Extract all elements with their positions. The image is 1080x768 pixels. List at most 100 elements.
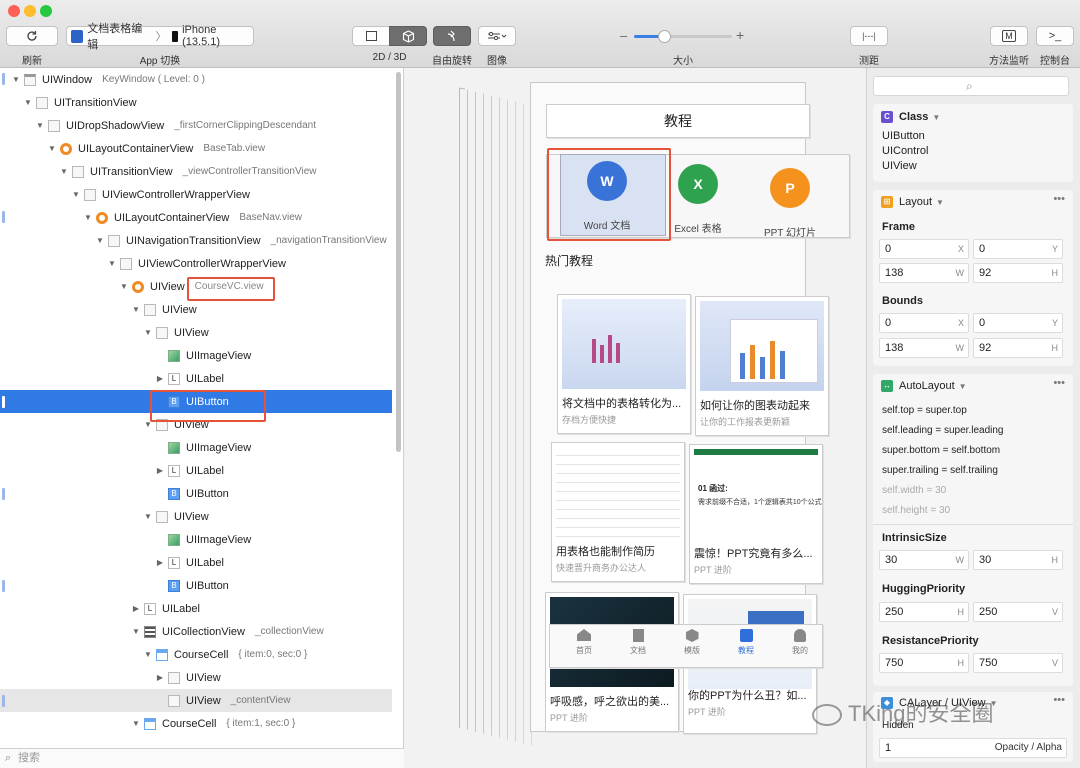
tree-row[interactable]: ▶ L UILabel [0,551,392,574]
disclosure-triangle-icon[interactable]: ▼ [46,144,58,153]
hugging-h-field[interactable]: 250 H [879,602,969,622]
tree-row[interactable]: ▼ UIDropShadowView _firstCornerClippingDes… [0,114,392,137]
tree-row[interactable]: UIImageView [0,528,392,551]
tree-row[interactable]: ▼ UIView [0,505,392,528]
resistance-h-field[interactable]: 750 H [879,653,969,673]
tree-row[interactable]: ▼ UIWindow KeyWindow ( Level: 0 ) [0,68,392,91]
disclosure-triangle-icon[interactable]: ▶ [154,673,166,682]
zoom-window-button[interactable] [40,5,52,17]
frame-width-field[interactable]: 138 W [879,263,969,283]
frame-x-field[interactable]: 0X [879,239,969,259]
zoom-in-icon[interactable]: + [736,27,744,43]
tree-row[interactable]: ▼ UIView [0,321,392,344]
disclosure-triangle-icon[interactable]: ▼ [142,328,154,337]
tree-row[interactable]: UIImageView [0,436,392,459]
tree-row[interactable]: ▼ UIViewControllerWrapperView [0,252,392,275]
disclosure-triangle-icon[interactable]: ▼ [34,121,46,130]
disclosure-triangle-icon[interactable]: ▼ [82,213,94,222]
tree-row[interactable]: ▼ UILayoutContainerView BaseNav.view [0,206,392,229]
tab-tutorials[interactable]: 教程 [728,629,764,656]
intrinsic-width-field[interactable]: 30 W [879,550,969,570]
tab-me[interactable]: 我的 [782,629,818,656]
zoom-out-icon[interactable]: – [620,28,627,43]
close-window-button[interactable] [8,5,20,17]
method-monitor-button[interactable]: M [990,26,1028,46]
ppt-button[interactable]: P PPT 幻灯片 [758,164,848,240]
tree-row[interactable]: ▶ L UILabel [0,367,392,390]
measure-button[interactable]: |---| [850,26,888,46]
course-card[interactable]: 用表格也能制作简历 快速晋升商务办公达人 [551,442,685,582]
layout-header[interactable]: ⊞ Layout ▼ [881,196,944,209]
size-slider-thumb[interactable] [658,30,671,43]
disclosure-triangle-icon[interactable]: ▶ [154,466,166,475]
disclosure-triangle-icon[interactable]: ▼ [58,167,70,176]
tab-templates[interactable]: 模版 [674,629,710,656]
disclosure-triangle-icon[interactable]: ▼ [118,282,130,291]
bounds-x-field[interactable]: 0X [879,313,969,333]
inspector-search-input[interactable]: ⌕ [873,76,1069,96]
tree-row[interactable]: ▼ UIViewControllerWrapperView [0,183,392,206]
3d-mode-button[interactable] [389,26,427,46]
tree-row[interactable]: ▶ L UILabel [0,597,392,620]
tree-row-hovered[interactable]: UIView _contentView [0,689,392,712]
more-options-button[interactable]: ••• [1053,694,1065,706]
tab-docs[interactable]: 文档 [620,629,656,656]
more-options-button[interactable]: ••• [1053,193,1065,205]
opacity-field[interactable]: 1 Opacity / Alpha [879,738,1067,758]
tree-row[interactable]: B UIButton [0,574,392,597]
tree-row[interactable]: UIImageView [0,344,392,367]
course-card[interactable]: 将文档中的表格转化为... 存档方便快捷 [557,294,691,434]
tree-row[interactable]: ▼ CourseCell{ item:0, sec:0 } [0,643,392,666]
frame-height-field[interactable]: 92 H [973,263,1063,283]
tree-row[interactable]: ▼ UINavigationTransitionView _navigationTr… [0,229,392,252]
image-options-dropdown[interactable] [478,26,516,46]
disclosure-triangle-icon[interactable]: ▼ [10,75,22,84]
tree-row[interactable]: ▼ UITransitionView [0,91,392,114]
bounds-height-field[interactable]: 92 H [973,338,1063,358]
tree-row[interactable]: ▶ L UILabel [0,459,392,482]
tree-row[interactable]: ▼ UILayoutContainerView BaseTab.view [0,137,392,160]
size-slider[interactable] [634,30,732,43]
disclosure-triangle-icon[interactable]: ▼ [130,305,142,314]
window-icon [24,73,36,86]
autolayout-header[interactable]: ↔ AutoLayout ▼ [881,380,967,393]
tree-row[interactable]: ▼ UICollectionView _collectionView [0,620,392,643]
disclosure-triangle-icon[interactable]: ▼ [130,719,142,728]
disclosure-triangle-icon[interactable]: ▶ [154,558,166,567]
tree-row[interactable]: ▶ UIView [0,666,392,689]
minimize-window-button[interactable] [24,5,36,17]
tree-row[interactable]: ▼ CourseCell{ item:1, sec:0 } [0,712,392,735]
disclosure-triangle-icon[interactable]: ▼ [130,627,142,636]
resistance-v-field[interactable]: 750 V [973,653,1063,673]
free-rotate-button[interactable] [433,26,471,46]
3d-preview-canvas[interactable]: 教程 W Word 文档 X Excel 表格 P PPT 幻灯片 热门教程 将… [405,68,865,768]
refresh-button[interactable] [6,26,58,46]
disclosure-triangle-icon[interactable]: ▶ [130,604,142,613]
disclosure-triangle-icon[interactable]: ▼ [142,650,154,659]
disclosure-triangle-icon[interactable]: ▼ [70,190,82,199]
excel-button[interactable]: X Excel 表格 [668,160,756,238]
tree-row[interactable]: ▼ UITransitionView _viewControllerTransiti… [0,160,392,183]
disclosure-triangle-icon[interactable]: ▼ [22,98,34,107]
disclosure-triangle-icon[interactable]: ▼ [142,512,154,521]
intrinsic-height-field[interactable]: 30 H [973,550,1063,570]
2d-mode-button[interactable] [352,26,390,46]
tree-row[interactable]: B UIButton [0,482,392,505]
course-card[interactable]: 如何让你的图表动起来 让你的工作报表更新颖 [695,296,829,436]
bounds-y-field[interactable]: 0Y [973,313,1063,333]
tree-search-input[interactable]: ⌕ 搜索 [0,748,404,768]
disclosure-triangle-icon[interactable]: ▼ [106,259,118,268]
app-switch-selector[interactable]: 文档表格编辑 〉 iPhone (13.5.1) [66,23,254,51]
course-card[interactable]: 01 函过: 需求前缀不合适，1个逻辑表共10个公式 震惊！PPT究竟有多么..… [689,444,823,584]
disclosure-triangle-icon[interactable]: ▼ [94,236,106,245]
hugging-v-field[interactable]: 250 V [973,602,1063,622]
class-header[interactable]: C Class ▼ [881,111,940,124]
frame-y-field[interactable]: 0Y [973,239,1063,259]
tree-scrollbar[interactable] [396,72,401,452]
console-button[interactable]: >_ [1036,26,1074,46]
tree-row[interactable]: ▼ UIView [0,298,392,321]
tab-home[interactable]: 首页 [566,629,602,656]
more-options-button[interactable]: ••• [1053,377,1065,389]
disclosure-triangle-icon[interactable]: ▶ [154,374,166,383]
bounds-width-field[interactable]: 138 W [879,338,969,358]
